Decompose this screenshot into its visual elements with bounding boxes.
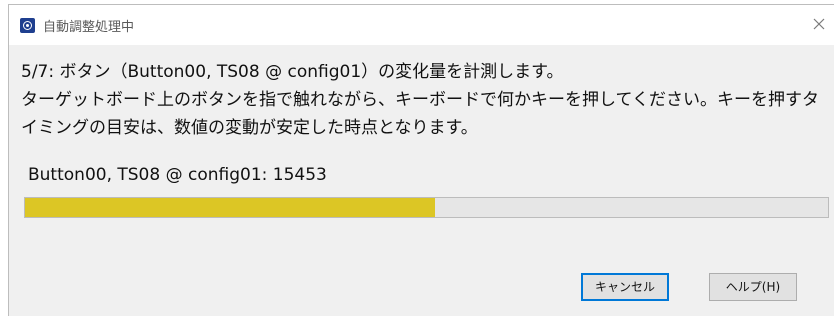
title-bar: 自動調整処理中 xyxy=(9,5,834,45)
help-button[interactable]: ヘルプ(H) xyxy=(709,273,797,301)
cancel-button[interactable]: キャンセル xyxy=(581,273,669,301)
progress-fill xyxy=(25,198,435,217)
message-line-1: 5/7: ボタン（Button00, TS08 @ config01）の変化量を… xyxy=(21,62,564,82)
close-icon[interactable] xyxy=(811,16,827,32)
message-line-2: ターゲットボード上のボタンを指で触れながら、キーボードで何かキーを押してください… xyxy=(21,90,819,110)
instruction-message: 5/7: ボタン（Button00, TS08 @ config01）の変化量を… xyxy=(21,58,833,142)
message-line-3: イミングの目安は、数値の変動が安定した時点となります。 xyxy=(21,118,478,138)
dialog-title: 自動調整処理中 xyxy=(43,20,135,35)
app-icon xyxy=(20,18,35,33)
auto-tuning-dialog: 自動調整処理中 5/7: ボタン（Button00, TS08 @ config… xyxy=(8,4,834,316)
measurement-value-label: Button00, TS08 @ config01: 15453 xyxy=(28,165,327,185)
progress-bar xyxy=(24,197,829,218)
